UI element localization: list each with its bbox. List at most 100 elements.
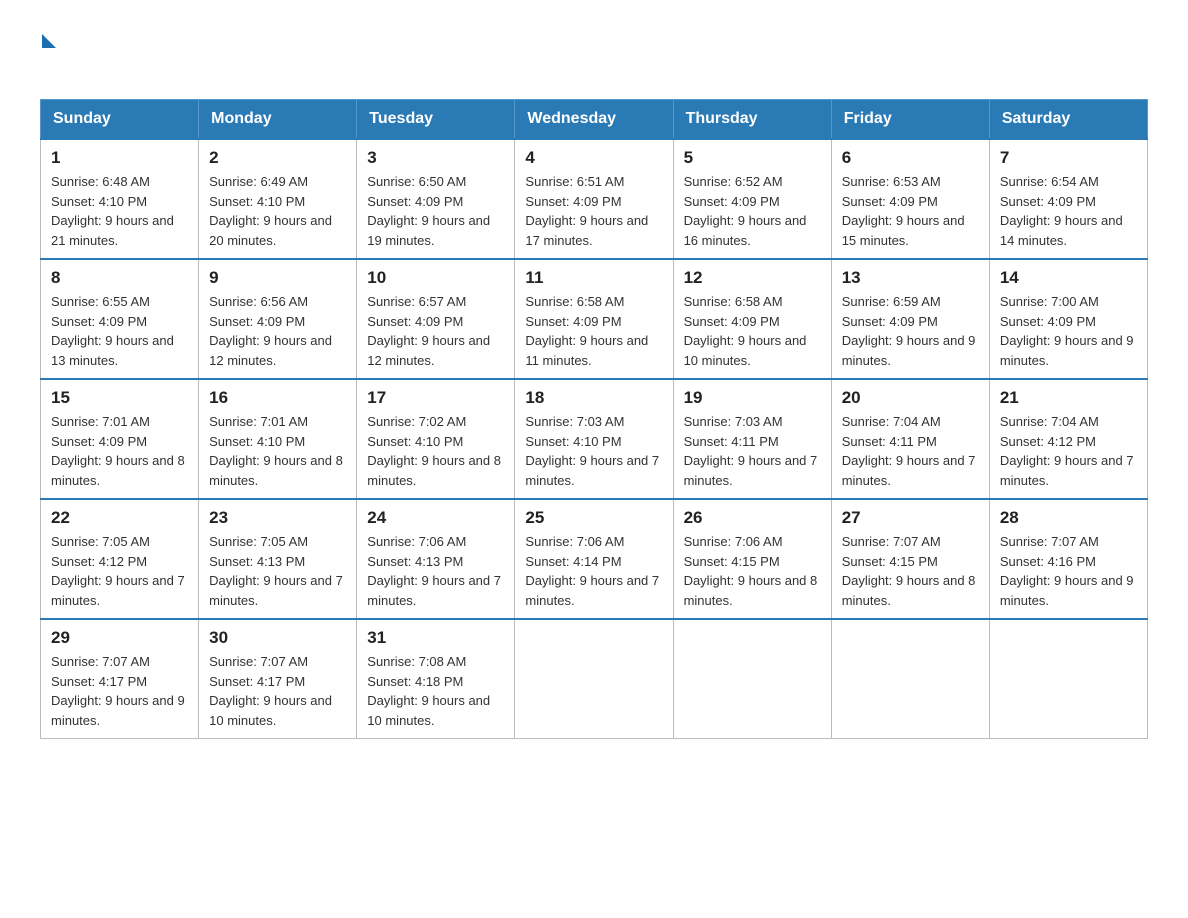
day-number: 8 [51, 268, 188, 288]
calendar-cell: 5 Sunrise: 6:52 AMSunset: 4:09 PMDaylight… [673, 139, 831, 259]
calendar-cell: 23 Sunrise: 7:05 AMSunset: 4:13 PMDayligh… [199, 499, 357, 619]
day-number: 11 [525, 268, 662, 288]
day-info: Sunrise: 6:51 AMSunset: 4:09 PMDaylight:… [525, 172, 662, 250]
day-info: Sunrise: 7:04 AMSunset: 4:11 PMDaylight:… [842, 412, 979, 490]
calendar-cell: 4 Sunrise: 6:51 AMSunset: 4:09 PMDaylight… [515, 139, 673, 259]
calendar-cell: 16 Sunrise: 7:01 AMSunset: 4:10 PMDayligh… [199, 379, 357, 499]
calendar-cell: 22Sunrise: 7:05 AMSunset: 4:12 PMDayligh… [41, 499, 199, 619]
calendar-cell [515, 619, 673, 739]
calendar-cell [831, 619, 989, 739]
day-number: 29 [51, 628, 188, 648]
day-number: 7 [1000, 148, 1137, 168]
calendar-cell: 18 Sunrise: 7:03 AMSunset: 4:10 PMDayligh… [515, 379, 673, 499]
calendar-header-friday: Friday [831, 100, 989, 140]
day-number: 16 [209, 388, 346, 408]
logo-arrow-icon [42, 34, 56, 48]
calendar-header-row: SundayMondayTuesdayWednesdayThursdayFrid… [41, 100, 1148, 140]
day-number: 14 [1000, 268, 1137, 288]
day-info: Sunrise: 7:03 AMSunset: 4:10 PMDaylight:… [525, 412, 662, 490]
day-info: Sunrise: 7:05 AMSunset: 4:13 PMDaylight:… [209, 532, 346, 610]
day-info: Sunrise: 7:06 AMSunset: 4:14 PMDaylight:… [525, 532, 662, 610]
day-number: 5 [684, 148, 821, 168]
calendar-cell: 3Sunrise: 6:50 AMSunset: 4:09 PMDaylight… [357, 139, 515, 259]
calendar-week-row: 8Sunrise: 6:55 AMSunset: 4:09 PMDaylight… [41, 259, 1148, 379]
day-info: Sunrise: 6:54 AMSunset: 4:09 PMDaylight:… [1000, 172, 1137, 250]
calendar-cell: 9 Sunrise: 6:56 AMSunset: 4:09 PMDaylight… [199, 259, 357, 379]
day-info: Sunrise: 6:52 AMSunset: 4:09 PMDaylight:… [684, 172, 821, 250]
day-number: 2 [209, 148, 346, 168]
day-number: 30 [209, 628, 346, 648]
day-info: Sunrise: 6:58 AMSunset: 4:09 PMDaylight:… [684, 292, 821, 370]
day-info: Sunrise: 7:04 AMSunset: 4:12 PMDaylight:… [1000, 412, 1137, 490]
day-number: 19 [684, 388, 821, 408]
day-info: Sunrise: 6:56 AMSunset: 4:09 PMDaylight:… [209, 292, 346, 370]
day-info: Sunrise: 7:01 AMSunset: 4:09 PMDaylight:… [51, 412, 188, 490]
calendar-cell: 29 Sunrise: 7:07 AMSunset: 4:17 PMDayligh… [41, 619, 199, 739]
calendar-cell: 14 Sunrise: 7:00 AMSunset: 4:09 PMDayligh… [989, 259, 1147, 379]
day-info: Sunrise: 6:48 AMSunset: 4:10 PMDaylight:… [51, 172, 188, 250]
calendar-header-monday: Monday [199, 100, 357, 140]
day-info: Sunrise: 7:07 AMSunset: 4:17 PMDaylight:… [51, 652, 188, 730]
day-number: 1 [51, 148, 188, 168]
calendar-header-tuesday: Tuesday [357, 100, 515, 140]
day-info: Sunrise: 7:02 AMSunset: 4:10 PMDaylight:… [367, 412, 504, 490]
day-info: Sunrise: 7:07 AMSunset: 4:15 PMDaylight:… [842, 532, 979, 610]
calendar-cell: 2 Sunrise: 6:49 AMSunset: 4:10 PMDaylight… [199, 139, 357, 259]
calendar-week-row: 22Sunrise: 7:05 AMSunset: 4:12 PMDayligh… [41, 499, 1148, 619]
calendar-week-row: 29 Sunrise: 7:07 AMSunset: 4:17 PMDayligh… [41, 619, 1148, 739]
calendar-cell: 1 Sunrise: 6:48 AMSunset: 4:10 PMDaylight… [41, 139, 199, 259]
day-number: 28 [1000, 508, 1137, 528]
day-number: 15 [51, 388, 188, 408]
day-number: 27 [842, 508, 979, 528]
calendar-header-sunday: Sunday [41, 100, 199, 140]
day-number: 4 [525, 148, 662, 168]
day-number: 18 [525, 388, 662, 408]
calendar-cell: 24 Sunrise: 7:06 AMSunset: 4:13 PMDayligh… [357, 499, 515, 619]
calendar-cell: 31 Sunrise: 7:08 AMSunset: 4:18 PMDayligh… [357, 619, 515, 739]
calendar-cell: 15 Sunrise: 7:01 AMSunset: 4:09 PMDayligh… [41, 379, 199, 499]
day-number: 17 [367, 388, 504, 408]
calendar-cell: 28 Sunrise: 7:07 AMSunset: 4:16 PMDayligh… [989, 499, 1147, 619]
calendar-table: SundayMondayTuesdayWednesdayThursdayFrid… [40, 99, 1148, 739]
day-info: Sunrise: 7:01 AMSunset: 4:10 PMDaylight:… [209, 412, 346, 490]
day-info: Sunrise: 7:06 AMSunset: 4:13 PMDaylight:… [367, 532, 504, 610]
day-number: 10 [367, 268, 504, 288]
day-info: Sunrise: 6:53 AMSunset: 4:09 PMDaylight:… [842, 172, 979, 250]
day-number: 6 [842, 148, 979, 168]
day-info: Sunrise: 7:08 AMSunset: 4:18 PMDaylight:… [367, 652, 504, 730]
day-number: 31 [367, 628, 504, 648]
logo [40, 30, 90, 79]
day-number: 21 [1000, 388, 1137, 408]
day-info: Sunrise: 7:00 AMSunset: 4:09 PMDaylight:… [1000, 292, 1137, 370]
calendar-cell: 12 Sunrise: 6:58 AMSunset: 4:09 PMDayligh… [673, 259, 831, 379]
day-number: 12 [684, 268, 821, 288]
calendar-cell: 27 Sunrise: 7:07 AMSunset: 4:15 PMDayligh… [831, 499, 989, 619]
day-number: 9 [209, 268, 346, 288]
day-number: 24 [367, 508, 504, 528]
page-header [40, 30, 1148, 79]
calendar-cell: 19 Sunrise: 7:03 AMSunset: 4:11 PMDayligh… [673, 379, 831, 499]
day-info: Sunrise: 7:06 AMSunset: 4:15 PMDaylight:… [684, 532, 821, 610]
calendar-cell: 21 Sunrise: 7:04 AMSunset: 4:12 PMDayligh… [989, 379, 1147, 499]
day-info: Sunrise: 6:49 AMSunset: 4:10 PMDaylight:… [209, 172, 346, 250]
day-info: Sunrise: 6:58 AMSunset: 4:09 PMDaylight:… [525, 292, 662, 370]
calendar-cell: 25 Sunrise: 7:06 AMSunset: 4:14 PMDayligh… [515, 499, 673, 619]
day-info: Sunrise: 7:07 AMSunset: 4:16 PMDaylight:… [1000, 532, 1137, 610]
day-info: Sunrise: 6:50 AMSunset: 4:09 PMDaylight:… [367, 172, 504, 250]
calendar-cell: 20 Sunrise: 7:04 AMSunset: 4:11 PMDayligh… [831, 379, 989, 499]
calendar-cell: 7 Sunrise: 6:54 AMSunset: 4:09 PMDaylight… [989, 139, 1147, 259]
day-number: 25 [525, 508, 662, 528]
calendar-cell: 6 Sunrise: 6:53 AMSunset: 4:09 PMDaylight… [831, 139, 989, 259]
day-number: 23 [209, 508, 346, 528]
calendar-header-saturday: Saturday [989, 100, 1147, 140]
calendar-week-row: 15 Sunrise: 7:01 AMSunset: 4:09 PMDayligh… [41, 379, 1148, 499]
calendar-header-thursday: Thursday [673, 100, 831, 140]
day-info: Sunrise: 7:07 AMSunset: 4:17 PMDaylight:… [209, 652, 346, 730]
calendar-cell: 10Sunrise: 6:57 AMSunset: 4:09 PMDayligh… [357, 259, 515, 379]
day-info: Sunrise: 7:03 AMSunset: 4:11 PMDaylight:… [684, 412, 821, 490]
day-number: 20 [842, 388, 979, 408]
day-number: 26 [684, 508, 821, 528]
day-info: Sunrise: 7:05 AMSunset: 4:12 PMDaylight:… [51, 532, 188, 610]
calendar-cell: 17 Sunrise: 7:02 AMSunset: 4:10 PMDayligh… [357, 379, 515, 499]
calendar-cell: 8Sunrise: 6:55 AMSunset: 4:09 PMDaylight… [41, 259, 199, 379]
